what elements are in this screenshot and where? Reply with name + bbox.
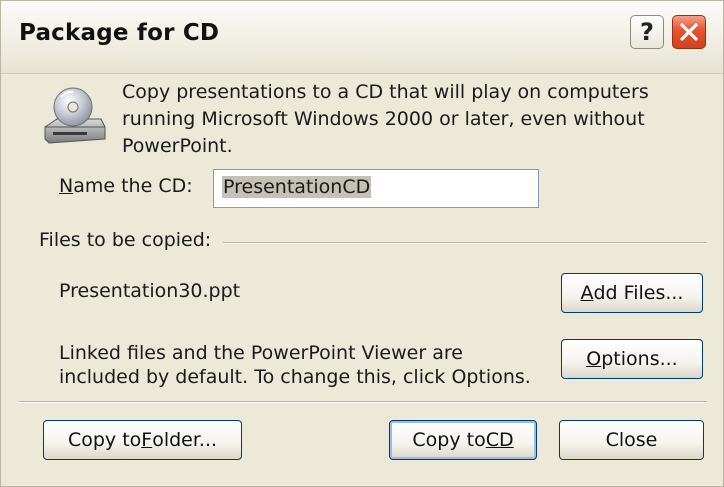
file-list-item: Presentation30.ppt (59, 280, 241, 302)
cd-name-input[interactable]: PresentationCD (213, 169, 539, 208)
question-icon: ? (640, 18, 654, 46)
copy-cd-mnemonic: CD (485, 429, 514, 451)
files-section-label: Files to be copied: (39, 229, 218, 251)
copy-to-folder-button[interactable]: Copy to Folder... (43, 420, 242, 460)
cd-name-value: PresentationCD (222, 176, 372, 198)
add-files-label: dd Files... (593, 282, 684, 304)
copy-folder-label-post: older... (152, 429, 218, 451)
name-cd-label-rest: ame the CD: (73, 175, 193, 197)
name-cd-label: Name the CD: (59, 175, 193, 197)
copy-folder-label-pre: Copy to (67, 429, 142, 451)
package-for-cd-dialog: Package for CD ? Copy presentations to a… (0, 0, 724, 487)
dialog-title: Package for CD (19, 20, 220, 46)
cd-drive-icon (44, 87, 106, 144)
copy-to-cd-button[interactable]: Copy to CD (389, 420, 537, 460)
files-section-divider (223, 242, 707, 244)
title-bar[interactable]: Package for CD ? (1, 1, 723, 74)
close-x-icon (680, 23, 698, 41)
options-button[interactable]: Options... (561, 339, 703, 379)
name-cd-label-mnemonic: N (59, 175, 74, 197)
intro-description: Copy presentations to a CD that will pla… (122, 81, 649, 157)
copy-cd-label-pre: Copy to (412, 429, 486, 451)
add-files-button[interactable]: Add Files... (561, 273, 703, 313)
linked-files-note: Linked files and the PowerPoint Viewer a… (59, 342, 531, 388)
options-mnemonic: O (586, 348, 602, 370)
options-label: ptions... (601, 348, 678, 370)
title-close-button[interactable] (672, 15, 706, 49)
close-button[interactable]: Close (559, 420, 704, 460)
help-button[interactable]: ? (630, 15, 664, 49)
footer-divider (19, 401, 707, 403)
add-files-mnemonic: A (580, 282, 594, 304)
copy-folder-mnemonic: F (141, 429, 153, 451)
